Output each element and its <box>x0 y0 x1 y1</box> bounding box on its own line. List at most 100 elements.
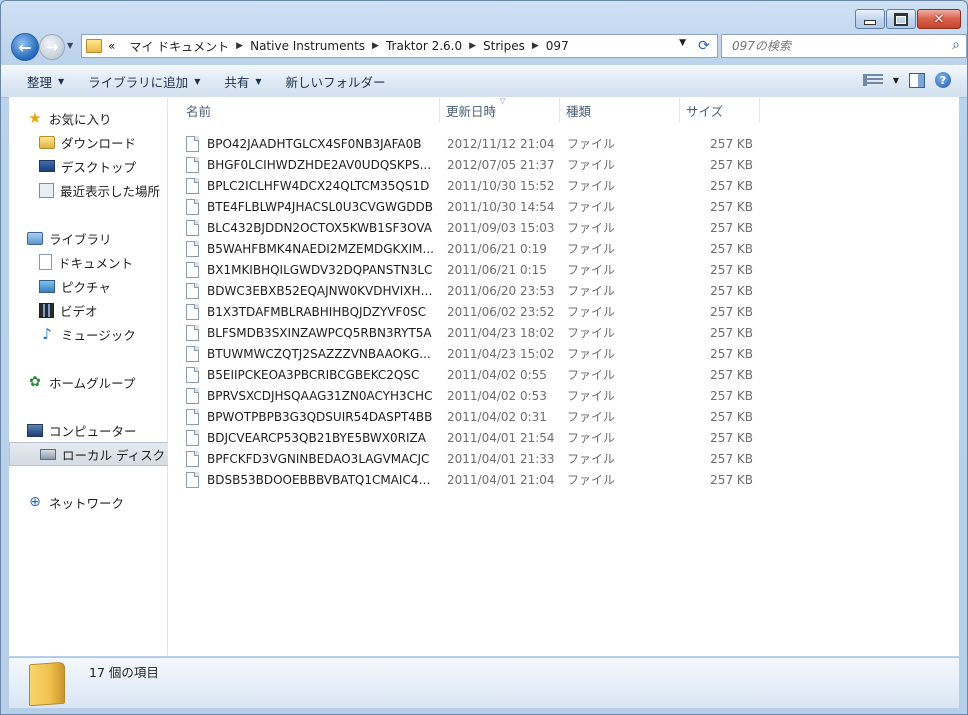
file-icon <box>186 324 199 341</box>
file-date: 2011/04/02 0:53 <box>447 388 547 403</box>
file-row[interactable]: B5EIIPCKEOA3PBCRIBCGBEKC2QSC 2011/04/02 0… <box>186 364 766 385</box>
chevron-right-icon[interactable]: ▶ <box>236 41 243 51</box>
document-icon <box>39 254 52 270</box>
maximize-button[interactable] <box>886 9 916 29</box>
file-name: BX1MKIBHQILGWDV32DQPANSTN3LC <box>207 262 433 277</box>
forward-button[interactable]: → <box>39 34 65 60</box>
organize-menu[interactable]: 整理 ▼ <box>27 72 64 91</box>
file-row[interactable]: BPO42JAADHTGLCX4SF0NB3JAFA0B 2012/11/12 2… <box>186 133 766 154</box>
add-to-library-menu[interactable]: ライブラリに追加 ▼ <box>88 72 200 91</box>
nav-favorites[interactable]: ★ お気に入り <box>9 107 185 129</box>
minimize-button[interactable] <box>855 9 885 29</box>
file-type: ファイル <box>567 200 616 214</box>
nav-label: ミュージック <box>61 327 136 343</box>
breadcrumb-item[interactable]: Traktor 2.6.0 <box>386 39 462 53</box>
file-type: ファイル <box>567 326 616 340</box>
downloads-folder-icon <box>39 135 55 149</box>
file-row[interactable]: BDJCVEARCP53QB21BYE5BWX0RIZA 2011/04/01 2… <box>186 427 766 448</box>
file-row[interactable]: BLFSMDB3SXINZAWPCQ5RBN3RYT5A 2011/04/23 1… <box>186 322 766 343</box>
file-name: BTUWMWCZQTJ2SAZZZVNBAAOKG... <box>207 346 431 361</box>
file-name: BTE4FLBLWP4JHACSL0U3CVGWGDDB <box>207 199 433 214</box>
back-button[interactable]: ← <box>11 33 39 61</box>
file-row[interactable]: BX1MKIBHQILGWDV32DQPANSTN3LC 2011/06/21 0… <box>186 259 766 280</box>
preview-pane-icon[interactable] <box>909 72 925 88</box>
file-date: 2011/10/30 15:52 <box>447 178 555 193</box>
file-row[interactable]: BDSB53BDOOEBBBVBATQ1CMAIC4DC 2011/04/01 2… <box>186 469 766 490</box>
file-type: ファイル <box>567 263 616 277</box>
share-menu[interactable]: 共有 ▼ <box>224 72 261 91</box>
file-row[interactable]: B1X3TDAFMBLRABHIHBQJDZYVF0SC 2011/06/02 2… <box>186 301 766 322</box>
file-row[interactable]: BLC432BJDDN2OCTOX5KWB1SF3OVA 2011/09/03 1… <box>186 217 766 238</box>
nav-label: ピクチャ <box>61 279 111 295</box>
file-name: B5WAHFBMK4NAEDI2MZEMDGKXIM... <box>207 241 434 256</box>
close-button[interactable]: ✕ <box>917 9 961 29</box>
refresh-button[interactable]: ⟳ <box>691 34 718 58</box>
nav-computer[interactable]: コンピューター <box>9 419 185 441</box>
recent-pages-dropdown[interactable]: ▼ <box>67 41 73 50</box>
file-row[interactable]: BPRVSXCDJHSQAAG31ZN0ACYH3CHC 2011/04/02 0… <box>186 385 766 406</box>
nav-label: ネットワーク <box>49 495 125 511</box>
column-label: サイズ <box>686 103 724 119</box>
breadcrumb-item[interactable]: Native Instruments <box>250 39 365 53</box>
chevron-right-icon[interactable]: ▶ <box>372 41 379 51</box>
column-header-name[interactable]: 名前 <box>180 97 440 123</box>
star-icon: ★ <box>28 109 42 127</box>
nav-libraries[interactable]: ライブラリ <box>9 227 185 249</box>
folder-icon <box>86 39 102 53</box>
nav-network[interactable]: ⊕ ネットワーク <box>9 491 185 513</box>
navigation-bar: ← → ▼ « マイ ドキュメント ▶ Native Instruments ▶… <box>9 33 967 61</box>
file-type: ファイル <box>567 179 616 193</box>
file-date: 2012/07/05 21:37 <box>447 157 555 172</box>
breadcrumb-overflow[interactable]: « <box>108 39 115 53</box>
file-row[interactable]: BPFCKFD3VGNINBEDAO3LAGVMACJC 2011/04/01 2… <box>186 448 766 469</box>
file-type: ファイル <box>567 158 616 172</box>
view-options-icon[interactable] <box>862 74 883 86</box>
file-name: BPO42JAADHTGLCX4SF0NB3JAFA0B <box>207 136 422 151</box>
column-label: 更新日時 <box>446 103 497 119</box>
file-name: B5EIIPCKEOA3PBCRIBCGBEKC2QSC <box>207 367 420 382</box>
nav-homegroup[interactable]: ✿ ホームグループ <box>9 371 185 393</box>
address-dropdown-icon[interactable]: ▼ <box>679 38 686 48</box>
search-input[interactable] <box>730 38 944 54</box>
breadcrumb-item[interactable]: 097 <box>546 39 569 53</box>
file-name: B1X3TDAFMBLRABHIHBQJDZYVF0SC <box>207 304 427 319</box>
file-name: BPFCKFD3VGNINBEDAO3LAGVMACJC <box>207 451 430 466</box>
toolbar-right: ▼ ? <box>862 72 951 88</box>
column-header-date[interactable]: ▽ 更新日時 <box>440 96 560 123</box>
file-name: BDWC3EBXB52EQAJNW0KVDHVIXHAB <box>207 283 435 298</box>
column-header-type[interactable]: 種類 <box>560 97 680 123</box>
help-icon[interactable]: ? <box>935 72 951 88</box>
nav-label: ダウンロード <box>61 135 137 151</box>
file-date: 2011/06/02 23:52 <box>447 304 555 319</box>
chevron-right-icon[interactable]: ▶ <box>532 41 539 51</box>
file-row[interactable]: BPWOTPBPB3G3QDSUIR54DASPT4BB 2011/04/02 0… <box>186 406 766 427</box>
file-row[interactable]: BTUWMWCZQTJ2SAZZZVNBAAOKG... 2011/04/23 1… <box>186 343 766 364</box>
file-row[interactable]: BHGF0LCIHWDZHDE2AV0UDQSKPS... 2012/07/05 … <box>186 154 766 175</box>
breadcrumb-item[interactable]: マイ ドキュメント <box>129 38 229 55</box>
search-icon[interactable]: ⌕ <box>952 37 960 53</box>
file-type: ファイル <box>567 473 616 487</box>
new-folder-label: 新しいフォルダー <box>285 75 386 90</box>
file-date: 2011/04/23 15:02 <box>447 346 555 361</box>
file-row[interactable]: BDWC3EBXB52EQAJNW0KVDHVIXHAB 2011/06/20 2… <box>186 280 766 301</box>
breadcrumb-item[interactable]: Stripes <box>483 39 525 53</box>
file-row[interactable]: B5WAHFBMK4NAEDI2MZEMDGKXIM... 2011/06/21 … <box>186 238 766 259</box>
file-date: 2011/06/20 23:53 <box>447 283 555 298</box>
address-bar[interactable]: « マイ ドキュメント ▶ Native Instruments ▶ Trakt… <box>81 34 693 58</box>
nav-label: デスクトップ <box>61 159 137 175</box>
file-type: ファイル <box>567 368 616 382</box>
video-icon <box>39 302 54 318</box>
file-row[interactable]: BTE4FLBLWP4JHACSL0U3CVGWGDDB 2011/10/30 1… <box>186 196 766 217</box>
item-count: 17 個の項目 <box>89 665 159 680</box>
file-icon <box>186 408 199 425</box>
file-row[interactable]: BPLC2ICLHFW4DCX24QLTCM35QS1D 2011/10/30 1… <box>186 175 766 196</box>
file-type: ファイル <box>567 221 616 235</box>
desktop-icon <box>39 160 55 172</box>
column-header-size[interactable]: サイズ <box>680 97 760 123</box>
new-folder-button[interactable]: 新しいフォルダー <box>286 72 386 91</box>
file-name: BLFSMDB3SXINZAWPCQ5RBN3RYT5A <box>207 325 432 340</box>
explorer-window: ✕ ← → ▼ « マイ ドキュメント ▶ Native Instruments… <box>0 0 968 715</box>
chevron-right-icon[interactable]: ▶ <box>469 41 476 51</box>
search-box: ⌕ <box>721 34 967 58</box>
view-dropdown-icon[interactable]: ▼ <box>893 76 899 85</box>
